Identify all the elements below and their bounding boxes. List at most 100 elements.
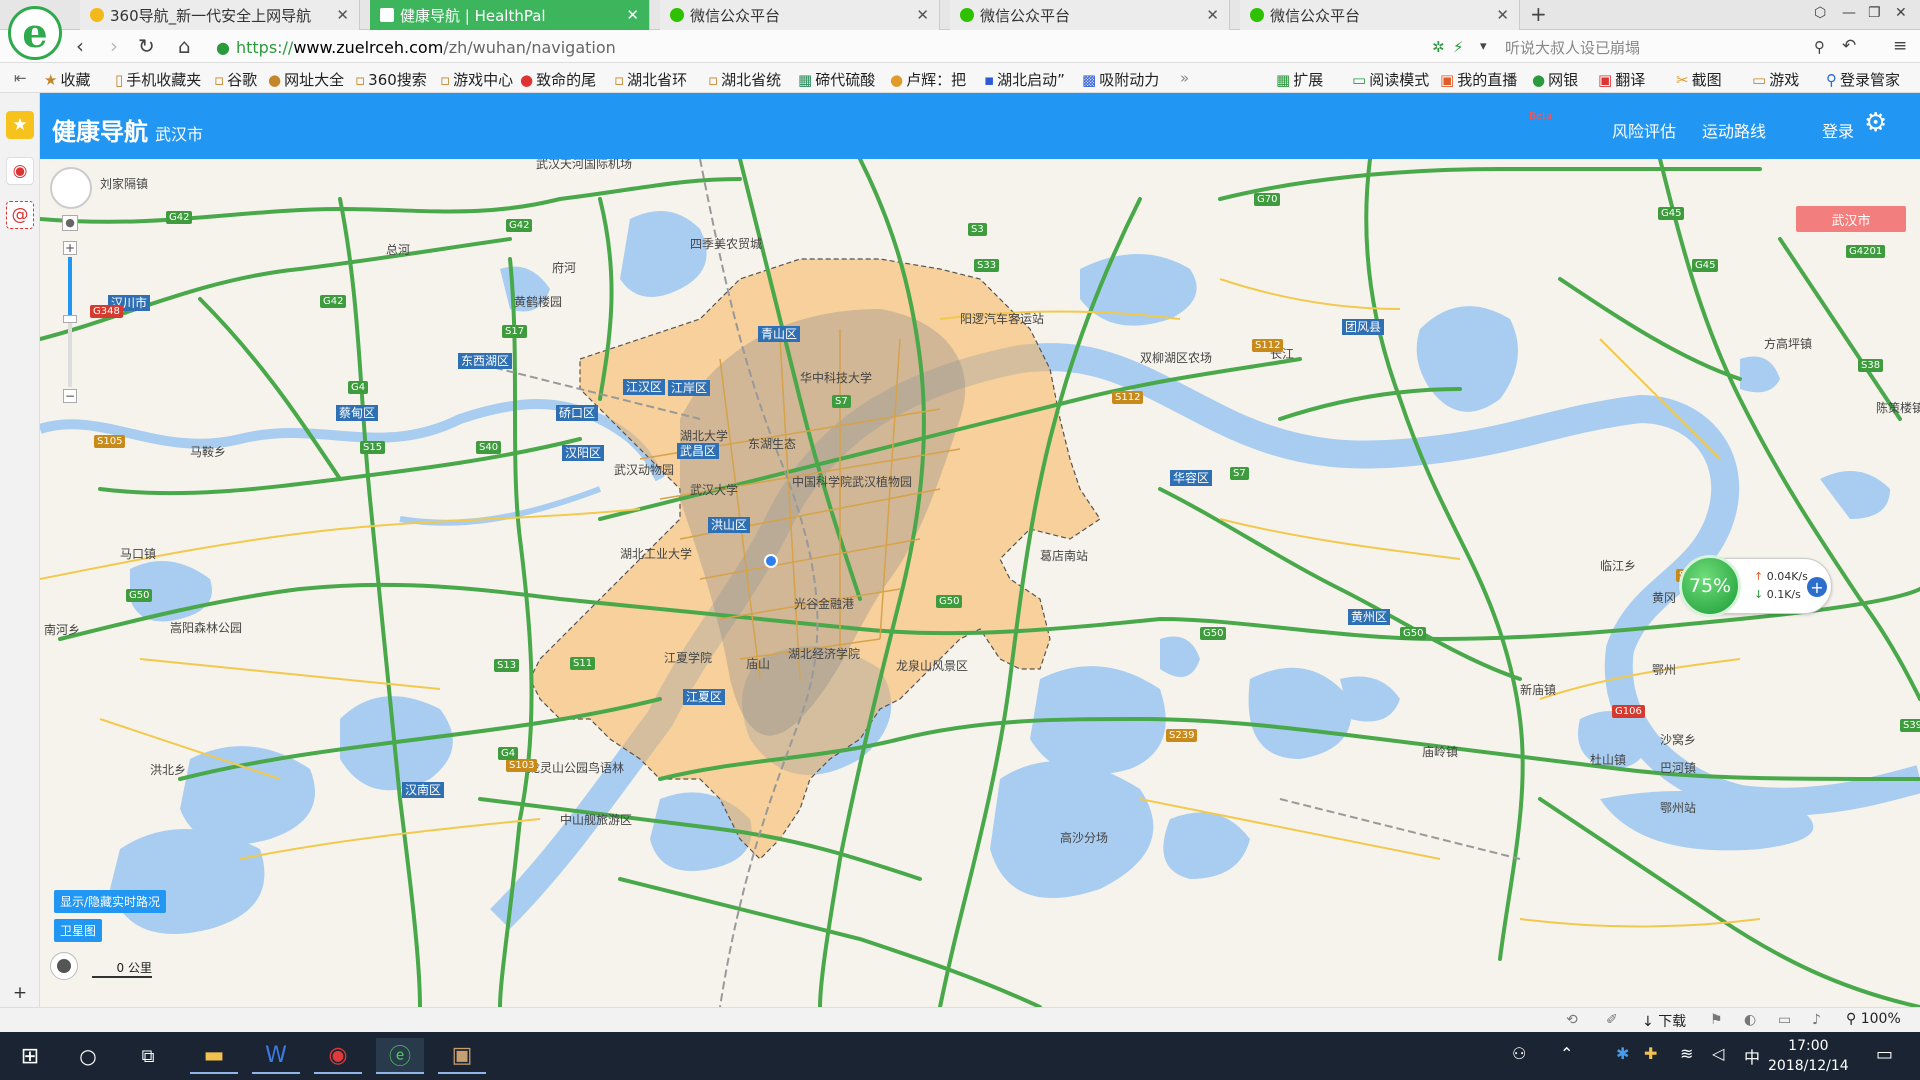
skin-icon[interactable]: ⬡: [1814, 5, 1826, 21]
road-shield: S105: [94, 435, 126, 448]
menu-icon[interactable]: ≡: [1893, 36, 1907, 56]
favorites-star-icon[interactable]: ★: [6, 111, 34, 139]
wifi-icon[interactable]: ≋: [1680, 1044, 1693, 1063]
bookmark-item[interactable]: ▫ 谷歌: [214, 69, 257, 90]
back-icon[interactable]: ‹: [76, 34, 84, 58]
games-button[interactable]: ▭ 游戏: [1752, 69, 1799, 90]
task-view-icon[interactable]: ⧉: [124, 1038, 172, 1074]
toggle-traffic-button[interactable]: 显示/隐藏实时路况: [54, 890, 167, 913]
bookmark-item[interactable]: ● 卢辉：把: [890, 69, 966, 90]
tab-close-icon[interactable]: ✕: [626, 6, 639, 24]
bookmark-item[interactable]: ● 致命的尾: [520, 69, 596, 90]
nav-login[interactable]: 登录: [1822, 118, 1854, 142]
mail-icon[interactable]: @: [6, 201, 34, 229]
url-dropdown-icon[interactable]: ▾: [1480, 39, 1487, 54]
file-explorer-icon[interactable]: ▬: [190, 1038, 238, 1074]
login-manager-button[interactable]: ⚲ 登录管家: [1826, 69, 1900, 90]
tab-360-nav[interactable]: 360导航_新一代安全上网导航 ✕: [80, 0, 360, 30]
undo-close-icon[interactable]: ↶: [1842, 36, 1856, 56]
close-window-icon[interactable]: ✕: [1895, 5, 1907, 21]
weibo-icon[interactable]: ◉: [6, 157, 34, 185]
current-city[interactable]: 武汉市: [155, 121, 203, 145]
cortana-icon[interactable]: ○: [64, 1038, 112, 1074]
zoom-in-button[interactable]: +: [63, 241, 77, 255]
window-icon[interactable]: ▭: [1778, 1012, 1791, 1028]
wps-writer-icon[interactable]: W: [252, 1038, 300, 1074]
gear-icon[interactable]: ⚙: [1864, 108, 1887, 138]
photo-viewer-icon[interactable]: ▣: [438, 1038, 486, 1074]
bank-button[interactable]: ● 网银: [1532, 69, 1578, 90]
browser-logo[interactable]: e: [8, 6, 62, 60]
nav-exercise-route[interactable]: 运动路线: [1702, 118, 1766, 142]
speedup-icon[interactable]: ✲: [1432, 38, 1445, 56]
360-security-icon[interactable]: ✚: [1644, 1044, 1657, 1063]
bookmark-item[interactable]: ▦ 碲代硫酸: [798, 69, 875, 90]
city-badge[interactable]: 武汉市: [1796, 206, 1906, 232]
translate-button[interactable]: ▣ 翻译: [1598, 69, 1645, 90]
bookmark-item[interactable]: ▫ 游戏中心: [440, 69, 513, 90]
map-canvas[interactable]: 汉川市 东西湖区 江汉区 江岸区 硚口区 汉阳区 武昌区 青山区 洪山区 蔡甸区…: [40, 159, 1920, 1007]
add-sidebar-icon[interactable]: +: [6, 979, 34, 1007]
history-icon[interactable]: ⟲: [1566, 1012, 1578, 1028]
windows-start-icon[interactable]: ⊞: [6, 1038, 54, 1074]
tab-wechat-2[interactable]: 微信公众平台 ✕: [950, 0, 1230, 30]
zoom-out-button[interactable]: −: [63, 389, 77, 403]
forward-icon[interactable]: ›: [110, 34, 118, 58]
bookmark-item[interactable]: ▯ 手机收藏夹: [115, 69, 201, 90]
reader-mode-button[interactable]: ▭ 阅读模式: [1352, 69, 1429, 90]
pin-icon[interactable]: ✐: [1606, 1012, 1618, 1028]
restore-icon[interactable]: ❐: [1868, 5, 1881, 21]
edge-icon[interactable]: ◐: [1744, 1012, 1756, 1028]
nav-risk-assessment[interactable]: 风险评估: [1612, 118, 1676, 142]
locate-button[interactable]: [50, 952, 78, 980]
compass-icon[interactable]: [50, 167, 92, 209]
speed-plus-icon[interactable]: +: [1807, 577, 1827, 597]
bookmark-item[interactable]: ▫ 360搜索: [355, 69, 427, 90]
home-icon[interactable]: ⌂: [178, 34, 191, 58]
bookmark-item[interactable]: ▩ 吸附动力: [1082, 69, 1159, 90]
bookmark-item[interactable]: ▫ 湖北省统: [708, 69, 781, 90]
download-button[interactable]: ↓ 下载: [1642, 1011, 1686, 1031]
minimize-icon[interactable]: —: [1842, 5, 1856, 21]
tray-expand-icon[interactable]: ⌃: [1560, 1044, 1573, 1063]
ime-indicator[interactable]: 中: [1744, 1044, 1760, 1068]
search-input[interactable]: 听说大叔人设已崩塌 ⚲: [1505, 35, 1825, 59]
url-field[interactable]: ● https:// www.zuelrceh.com /zh/wuhan/na…: [216, 36, 1486, 58]
flag-icon[interactable]: ⚑: [1710, 1012, 1723, 1028]
tab-close-icon[interactable]: ✕: [1496, 6, 1509, 24]
app-brand[interactable]: 健康导航: [52, 112, 148, 147]
reload-icon[interactable]: ↻: [138, 34, 155, 58]
new-tab-button[interactable]: +: [1530, 2, 1547, 26]
people-icon[interactable]: ⚇: [1512, 1044, 1526, 1063]
tab-close-icon[interactable]: ✕: [1206, 6, 1219, 24]
network-speed-widget[interactable]: 75% ↑ 0.04K/s ↓ 0.1K/s +: [1679, 555, 1832, 617]
collapse-sidebar-icon[interactable]: ⇤: [14, 69, 27, 87]
speaker-icon[interactable]: ♪: [1812, 1012, 1821, 1028]
zoom-indicator[interactable]: ⚲ 100%: [1846, 1011, 1901, 1027]
netease-music-icon[interactable]: ◉: [314, 1038, 362, 1074]
bookmark-item[interactable]: ▫ 湖北省环: [614, 69, 687, 90]
lightning-icon[interactable]: ⚡: [1453, 38, 1464, 56]
tab-wechat-3[interactable]: 微信公众平台 ✕: [1240, 0, 1520, 30]
360-browser-icon[interactable]: ⓔ: [376, 1038, 424, 1074]
bookmark-item[interactable]: ▪ 湖北启动”: [984, 69, 1065, 90]
extensions-button[interactable]: ▦ 扩展: [1276, 69, 1323, 90]
volume-icon[interactable]: ◁: [1712, 1044, 1724, 1063]
locate-dot-icon[interactable]: ●: [62, 215, 78, 231]
more-bookmarks-icon[interactable]: »: [1180, 69, 1189, 87]
tab-close-icon[interactable]: ✕: [916, 6, 929, 24]
live-button[interactable]: ▣ 我的直播: [1440, 69, 1517, 90]
road-shield: G4: [348, 381, 369, 394]
system-clock[interactable]: 17:00 2018/12/14: [1768, 1036, 1849, 1076]
search-icon[interactable]: ⚲: [1814, 38, 1825, 56]
bookmark-item[interactable]: ★ 收藏: [44, 69, 90, 90]
satellite-view-button[interactable]: 卫星图: [54, 919, 103, 942]
tab-wechat-1[interactable]: 微信公众平台 ✕: [660, 0, 940, 30]
zoom-handle[interactable]: [63, 315, 77, 323]
screenshot-button[interactable]: ✂ 截图: [1676, 69, 1722, 90]
tab-close-icon[interactable]: ✕: [336, 6, 349, 24]
bluetooth-icon[interactable]: ✱: [1616, 1044, 1629, 1063]
bookmark-item[interactable]: ● 网址大全: [268, 69, 344, 90]
notification-icon[interactable]: ▭: [1876, 1044, 1893, 1065]
tab-healthpal[interactable]: 健康导航 | HealthPal ✕: [370, 0, 650, 30]
